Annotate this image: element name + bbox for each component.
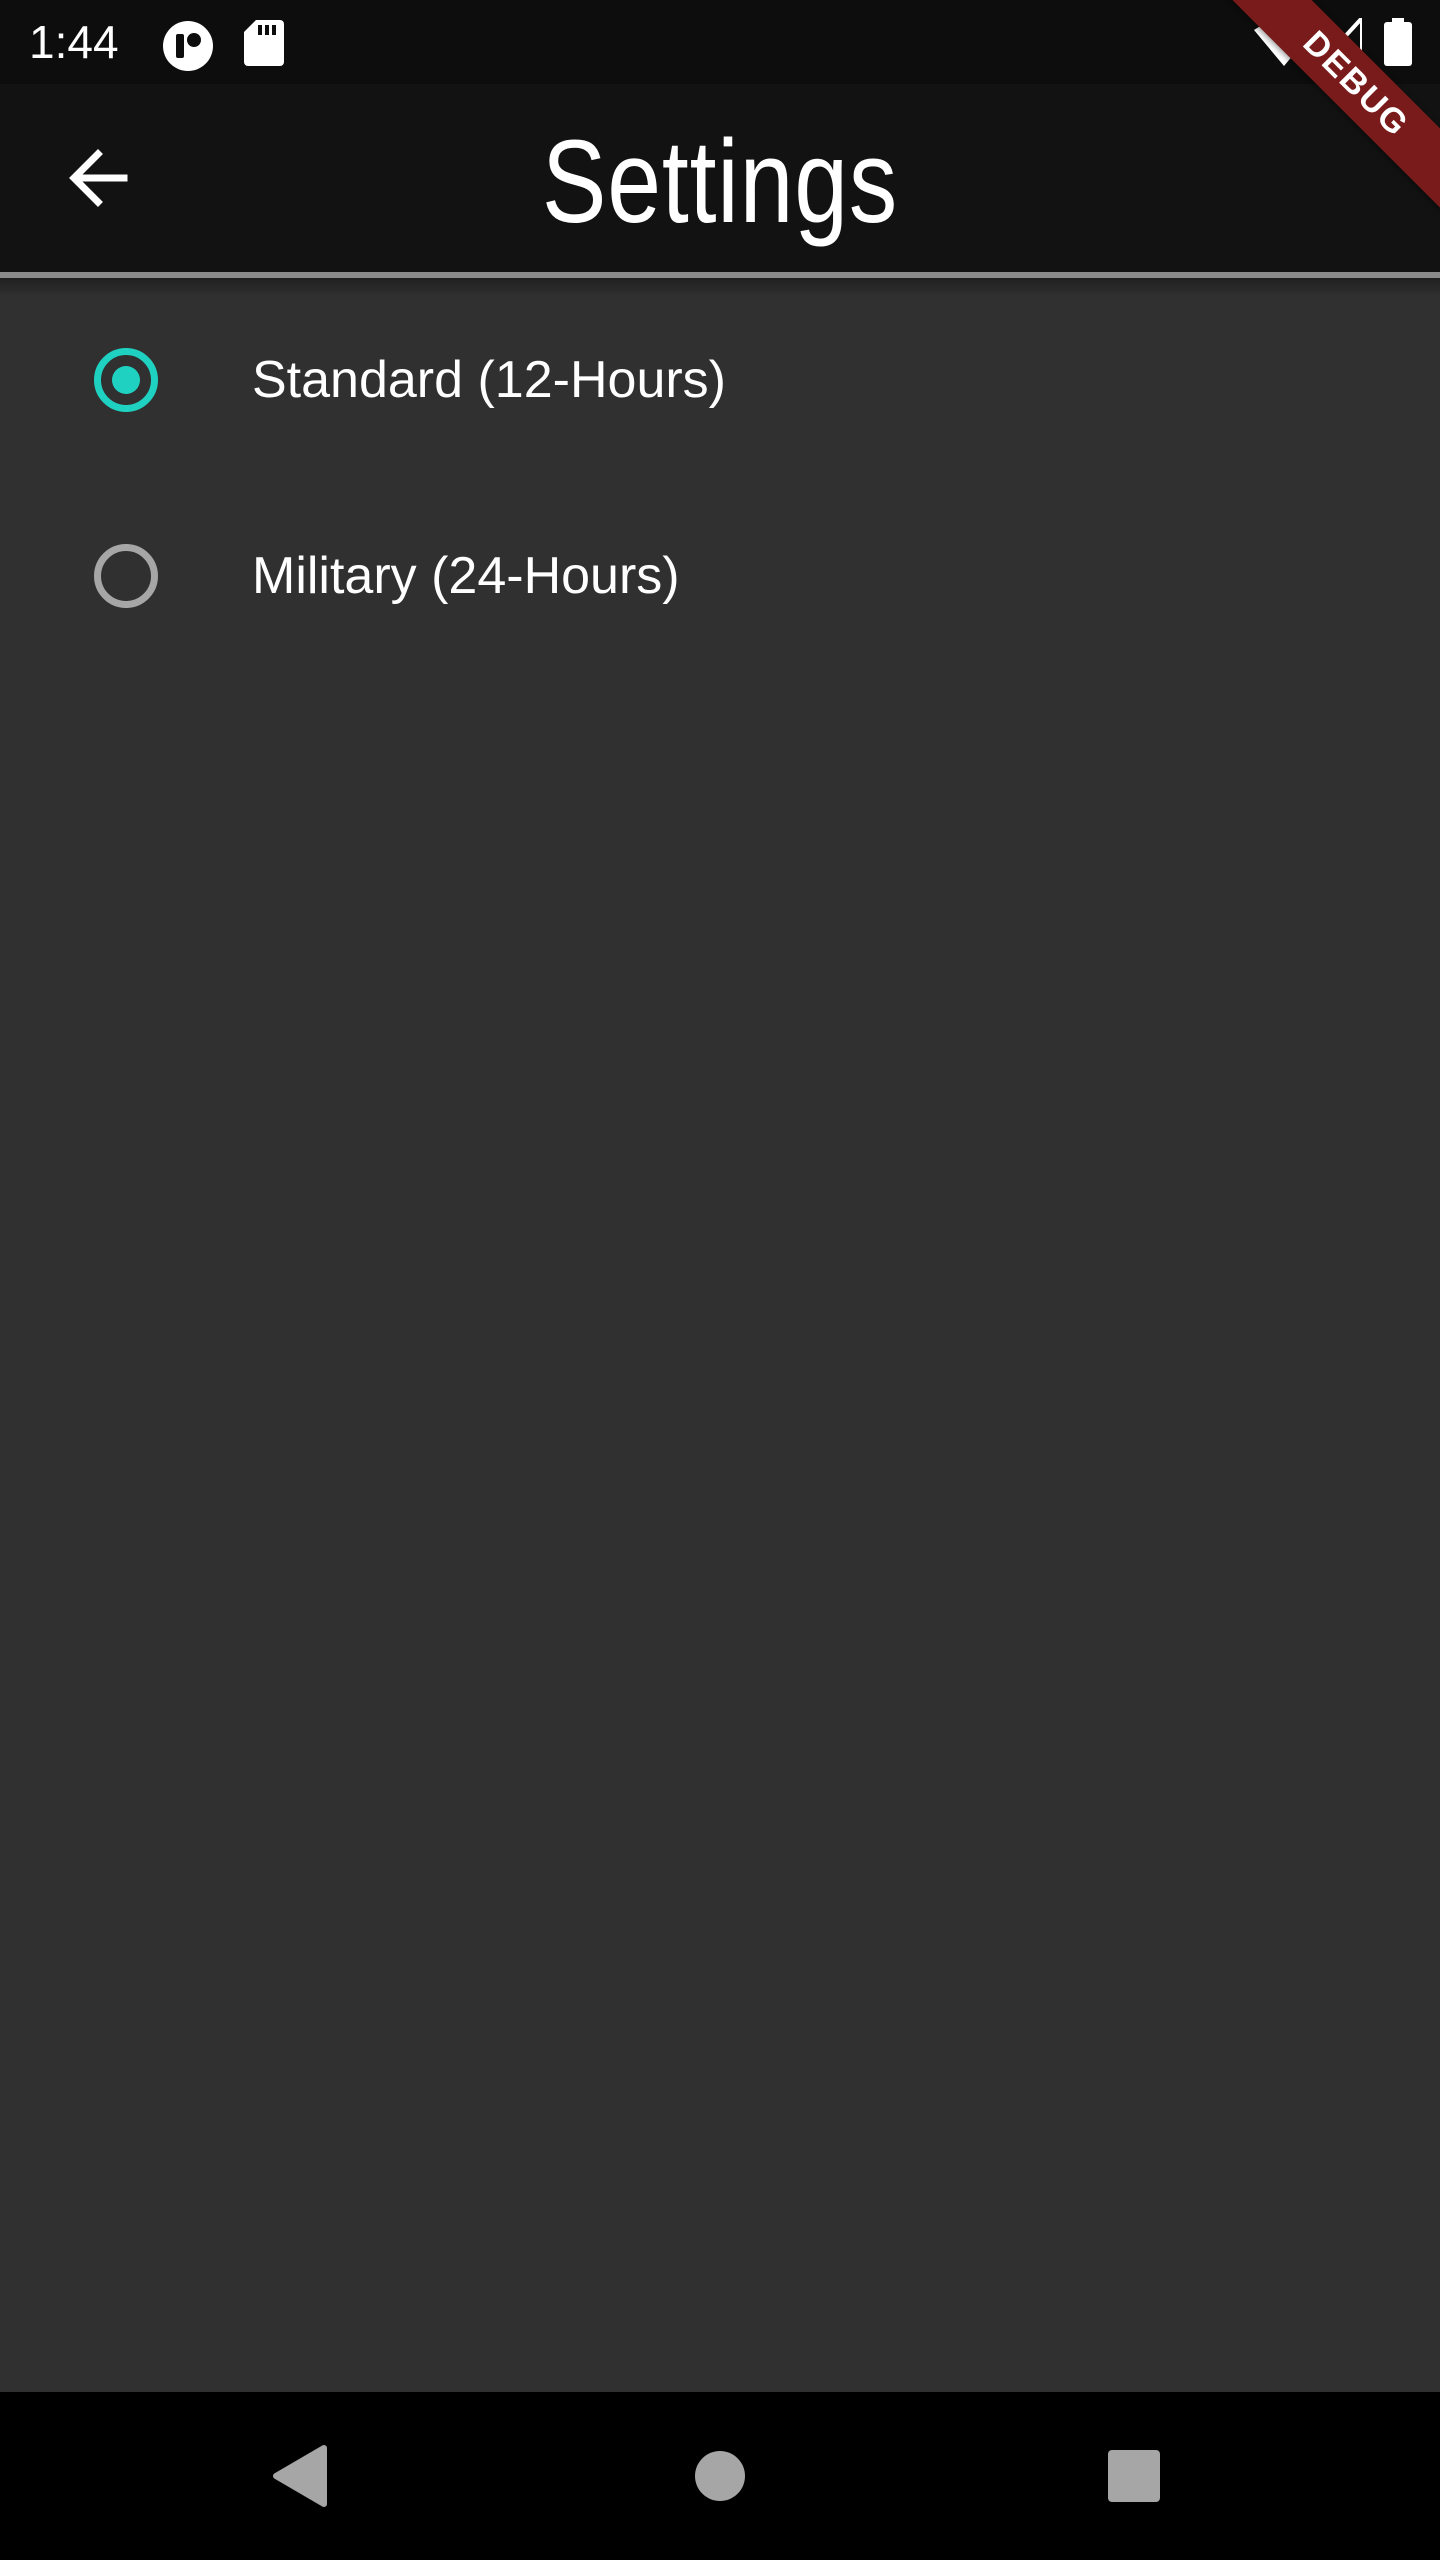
radio-option-standard[interactable]: Standard (12-Hours): [0, 282, 1440, 478]
nav-recents-button[interactable]: [1074, 2416, 1194, 2536]
sd-card-icon: [244, 20, 284, 66]
recents-square-icon: [1108, 2450, 1160, 2502]
settings-screen: 1:44 Settings DEBUG Standard (12-Hours) …: [0, 0, 1440, 2560]
home-circle-icon: [695, 2451, 745, 2501]
radio-option-military[interactable]: Military (24-Hours): [0, 478, 1440, 674]
back-triangle-icon: [273, 2445, 327, 2507]
battery-icon: [1384, 18, 1412, 66]
radio-label-military: Military (24-Hours): [252, 547, 680, 605]
page-title: Settings: [541, 116, 899, 248]
radio-button-unchecked[interactable]: [94, 544, 158, 608]
radio-button-checked[interactable]: [94, 348, 158, 412]
notification-app-icon: [162, 20, 214, 72]
nav-back-button[interactable]: [240, 2416, 360, 2536]
status-bar: 1:44: [0, 0, 1440, 84]
status-time: 1:44: [29, 16, 119, 68]
arrow-back-icon: [69, 149, 128, 207]
nav-home-button[interactable]: [660, 2416, 780, 2536]
radio-label-standard: Standard (12-Hours): [252, 351, 726, 409]
